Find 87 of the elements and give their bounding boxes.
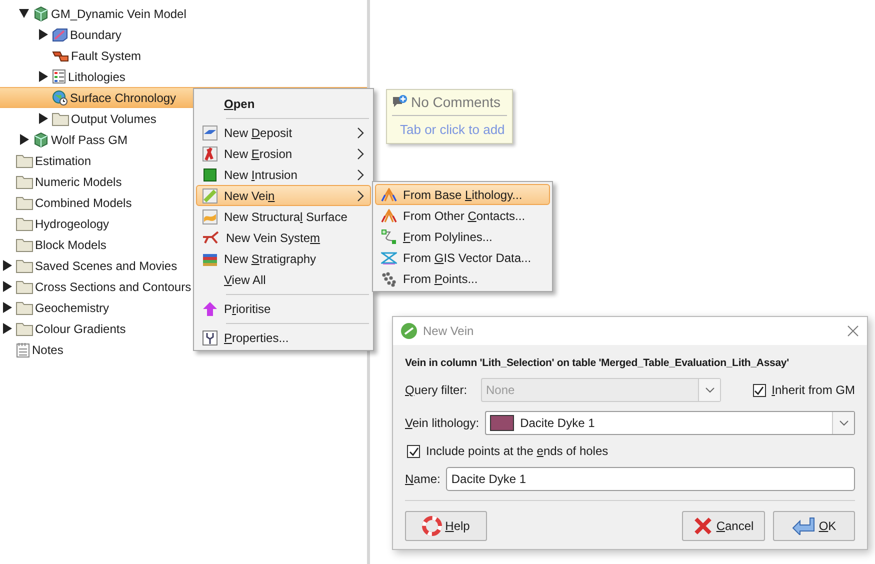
chevron-down-icon xyxy=(838,420,848,426)
menu-item[interactable]: From Base Lithology... xyxy=(375,184,550,205)
menu-item[interactable]: From Points... xyxy=(375,268,550,289)
return-arrow-icon xyxy=(792,517,816,535)
chevron-right-icon xyxy=(357,168,364,180)
expand-icon[interactable] xyxy=(19,134,29,145)
globe-clock-icon xyxy=(52,90,68,106)
chevron-right-icon xyxy=(357,126,364,138)
chevron-down-icon xyxy=(704,387,714,393)
menu-item[interactable]: Properties... xyxy=(196,327,371,348)
folder-icon xyxy=(16,280,33,294)
collapse-icon[interactable] xyxy=(19,8,29,19)
checkmark-icon xyxy=(408,446,418,456)
menu-item[interactable]: From GIS Vector Data... xyxy=(375,247,550,268)
fan-lines-icon xyxy=(381,188,397,202)
menu-item[interactable]: From Polylines... xyxy=(375,226,550,247)
field-label: Query filter: xyxy=(405,383,468,397)
expand-icon[interactable] xyxy=(38,113,48,124)
menu-item[interactable]: New Structural Surface xyxy=(196,206,371,227)
folder-icon xyxy=(16,258,33,272)
menu-item[interactable]: From Other Contacts... xyxy=(375,205,550,226)
menu-item[interactable]: New Vein System xyxy=(196,227,371,248)
expand-icon[interactable] xyxy=(2,281,12,292)
folder-icon xyxy=(16,216,33,230)
folder-icon xyxy=(52,112,69,126)
name-field[interactable]: Dacite Dyke 1 xyxy=(446,467,855,491)
box-icon xyxy=(52,28,68,42)
vein-icon xyxy=(202,188,218,204)
window-title: New Vein xyxy=(423,324,475,338)
arrow-up-icon xyxy=(202,300,218,316)
expand-icon[interactable] xyxy=(38,71,48,82)
cross-icon xyxy=(693,516,714,536)
chevron-right-icon xyxy=(357,190,364,202)
checkbox[interactable] xyxy=(752,384,766,396)
lifebuoy-icon xyxy=(422,516,442,536)
fault-icon xyxy=(52,48,69,62)
folder-icon xyxy=(16,154,33,168)
vein-app-icon xyxy=(401,323,417,339)
cube-icon xyxy=(33,6,49,22)
folder-icon xyxy=(16,238,33,252)
notepad-icon xyxy=(16,342,30,358)
comment-title: No Comments xyxy=(411,94,500,110)
help-button[interactable]: Help xyxy=(405,511,487,541)
expand-icon[interactable] xyxy=(2,323,12,334)
wrench-icon xyxy=(202,330,218,346)
cube-icon xyxy=(33,132,49,148)
surface-icon xyxy=(202,208,218,224)
ok-button[interactable]: OK xyxy=(773,511,855,541)
erosion-icon xyxy=(202,146,218,162)
folder-icon xyxy=(16,322,33,336)
fan-lines-icon xyxy=(381,208,397,222)
expand-icon[interactable] xyxy=(2,302,12,313)
menu-item[interactable]: View All xyxy=(196,269,371,290)
menu-item[interactable]: New Intrusion xyxy=(196,164,371,185)
tree-item[interactable]: Fault System xyxy=(0,45,367,66)
checkbox-label: Inherit from GM xyxy=(772,383,855,397)
expand-icon[interactable] xyxy=(2,260,12,271)
cube-icon xyxy=(202,166,218,182)
legend-icon xyxy=(52,69,66,84)
tree-item[interactable]: Boundary xyxy=(0,24,367,45)
speech-bubble-plus-icon xyxy=(392,94,408,110)
folder-icon xyxy=(16,300,33,314)
branch-icon xyxy=(202,230,220,244)
tree-item[interactable]: Lithologies xyxy=(0,66,367,87)
expand-icon[interactable] xyxy=(38,29,48,40)
checkmark-icon xyxy=(754,386,764,394)
cancel-button[interactable]: Cancel xyxy=(682,511,765,541)
gis-icon xyxy=(381,250,397,266)
vein-lithology-dropdown[interactable]: Dacite Dyke 1 xyxy=(485,411,855,435)
menu-item[interactable]: New Stratigraphy xyxy=(196,248,371,269)
field-label: Vein lithology: xyxy=(405,416,480,430)
layer-icon xyxy=(202,124,218,140)
comment-box[interactable]: No Comments Tab or click to add xyxy=(386,89,513,144)
dialog-description: Vein in column 'Lith_Selection' on table 'Merged_Table_Evaluation_Lith_Assay' xyxy=(405,357,789,369)
menu-item[interactable]: New Erosion xyxy=(196,143,371,164)
points-icon xyxy=(381,270,397,286)
menu-item[interactable]: New Deposit xyxy=(196,122,371,143)
close-icon[interactable] xyxy=(847,325,859,337)
checkbox[interactable] xyxy=(407,444,420,458)
polyline-icon xyxy=(381,228,397,244)
folder-icon xyxy=(16,196,33,210)
field-label: Name: xyxy=(405,472,440,486)
checkbox-label: Include points at the ends of holes xyxy=(426,444,608,458)
menu-item[interactable]: New Vein xyxy=(196,185,371,206)
chevron-right-icon xyxy=(357,148,364,160)
folder-icon xyxy=(16,174,33,188)
tree-item[interactable]: GM_Dynamic Vein Model xyxy=(0,3,367,24)
